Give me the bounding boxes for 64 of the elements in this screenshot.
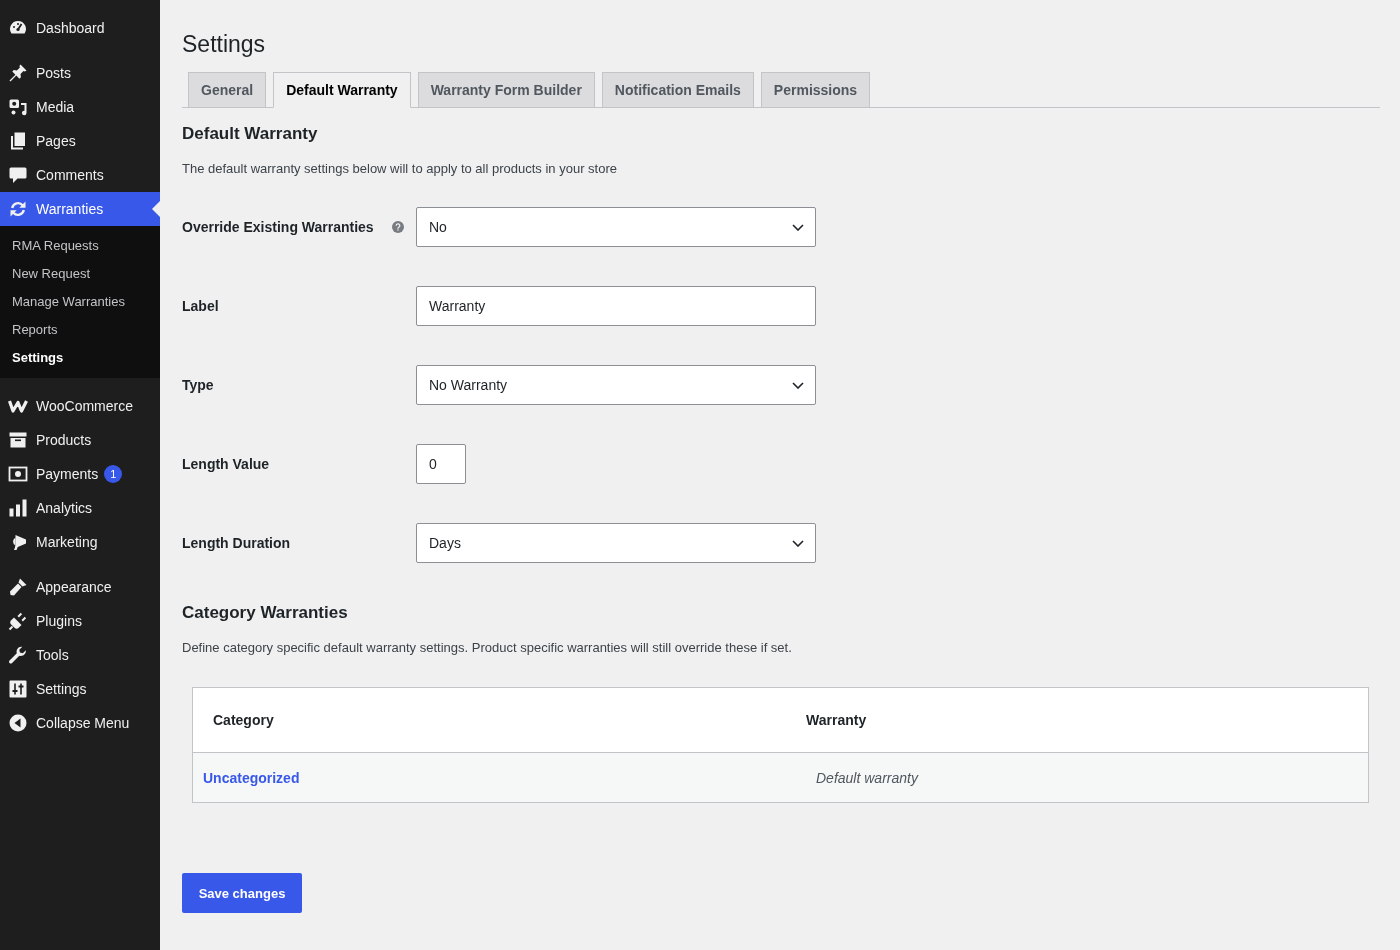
wrench-icon — [8, 645, 28, 665]
menu-item[interactable]: Pages — [0, 124, 160, 158]
field-label: Override Existing Warranties — [182, 219, 374, 235]
menu-item[interactable]: Marketing — [0, 525, 160, 559]
menu-item[interactable]: Settings — [0, 672, 160, 706]
section-heading: Default Warranty — [182, 123, 319, 145]
current-pointer-icon — [152, 201, 160, 217]
menu-item[interactable]: Appearance — [0, 570, 160, 604]
chevron-down-icon — [792, 539, 804, 547]
text-field[interactable]: Warranty — [416, 286, 816, 326]
pages-icon — [8, 131, 28, 151]
help-icon[interactable] — [392, 221, 404, 233]
menu-item[interactable]: WooCommerce — [0, 389, 160, 423]
field-label: Length Duration — [182, 535, 291, 551]
menu-item[interactable]: Products — [0, 423, 160, 457]
sliders-icon — [8, 679, 28, 699]
dropdown[interactable]: Days — [416, 523, 816, 563]
number-field[interactable]: 0 — [416, 444, 466, 484]
menu-item[interactable]: Plugins — [0, 604, 160, 638]
dropdown[interactable]: No Warranty — [416, 365, 816, 405]
menu-item[interactable]: Comments — [0, 158, 160, 192]
menu-item[interactable]: Payments 1 — [0, 457, 160, 491]
save-button[interactable]: Save changes — [182, 873, 302, 913]
paint-brush-icon — [8, 577, 28, 597]
tab[interactable]: Warranty Form Builder — [417, 72, 595, 108]
column-header: Category — [213, 712, 274, 728]
submenu-item[interactable]: RMA Requests — [0, 232, 160, 260]
tab[interactable]: Permissions — [760, 72, 871, 108]
chevron-down-icon — [792, 381, 804, 389]
count-badge: 1 — [104, 465, 123, 483]
field-label: Type — [182, 377, 214, 393]
tab[interactable]: Notification Emails — [601, 72, 754, 108]
category-link[interactable]: Uncategorized — [203, 769, 300, 786]
page-title: Settings — [182, 30, 267, 59]
submenu-item[interactable]: Manage Warranties — [0, 288, 160, 316]
archive-box-icon — [8, 430, 28, 450]
section-description: The default warranty settings below will to apply to all products in your store — [182, 160, 617, 178]
table-cell: Default warranty — [816, 769, 918, 786]
tab[interactable]: Default Warranty — [273, 72, 411, 108]
submenu-item[interactable]: New Request — [0, 260, 160, 288]
section-description: Define category specific default warranty settings. Product specific warranties will still override these if set. — [182, 639, 792, 657]
dropdown[interactable]: No — [416, 207, 816, 247]
menu-item[interactable]: Dashboard — [0, 11, 160, 45]
submenu-item[interactable]: Reports — [0, 316, 160, 344]
menu-item[interactable]: Collapse Menu — [0, 706, 160, 740]
menu-item[interactable]: Warranties — [0, 192, 160, 226]
speech-bubble-icon — [8, 165, 28, 185]
pin-icon — [8, 63, 28, 83]
menu-item[interactable]: Tools — [0, 638, 160, 672]
plug-icon — [8, 611, 28, 631]
field-label: Label — [182, 298, 219, 314]
bar-chart-icon — [8, 498, 28, 518]
menu-item[interactable]: Posts — [0, 56, 160, 90]
chevron-down-icon — [792, 223, 804, 231]
column-header: Warranty — [806, 712, 867, 728]
sync-icon — [8, 199, 28, 219]
field-label: Length Value — [182, 456, 270, 472]
menu-item[interactable]: Media — [0, 90, 160, 124]
menu-item[interactable]: Analytics — [0, 491, 160, 525]
tab[interactable]: General — [188, 72, 267, 108]
submenu-item[interactable]: Settings — [0, 344, 160, 372]
camera-note-icon — [8, 97, 28, 117]
section-heading: Category Warranties — [182, 602, 349, 624]
banknote-icon — [8, 464, 28, 484]
